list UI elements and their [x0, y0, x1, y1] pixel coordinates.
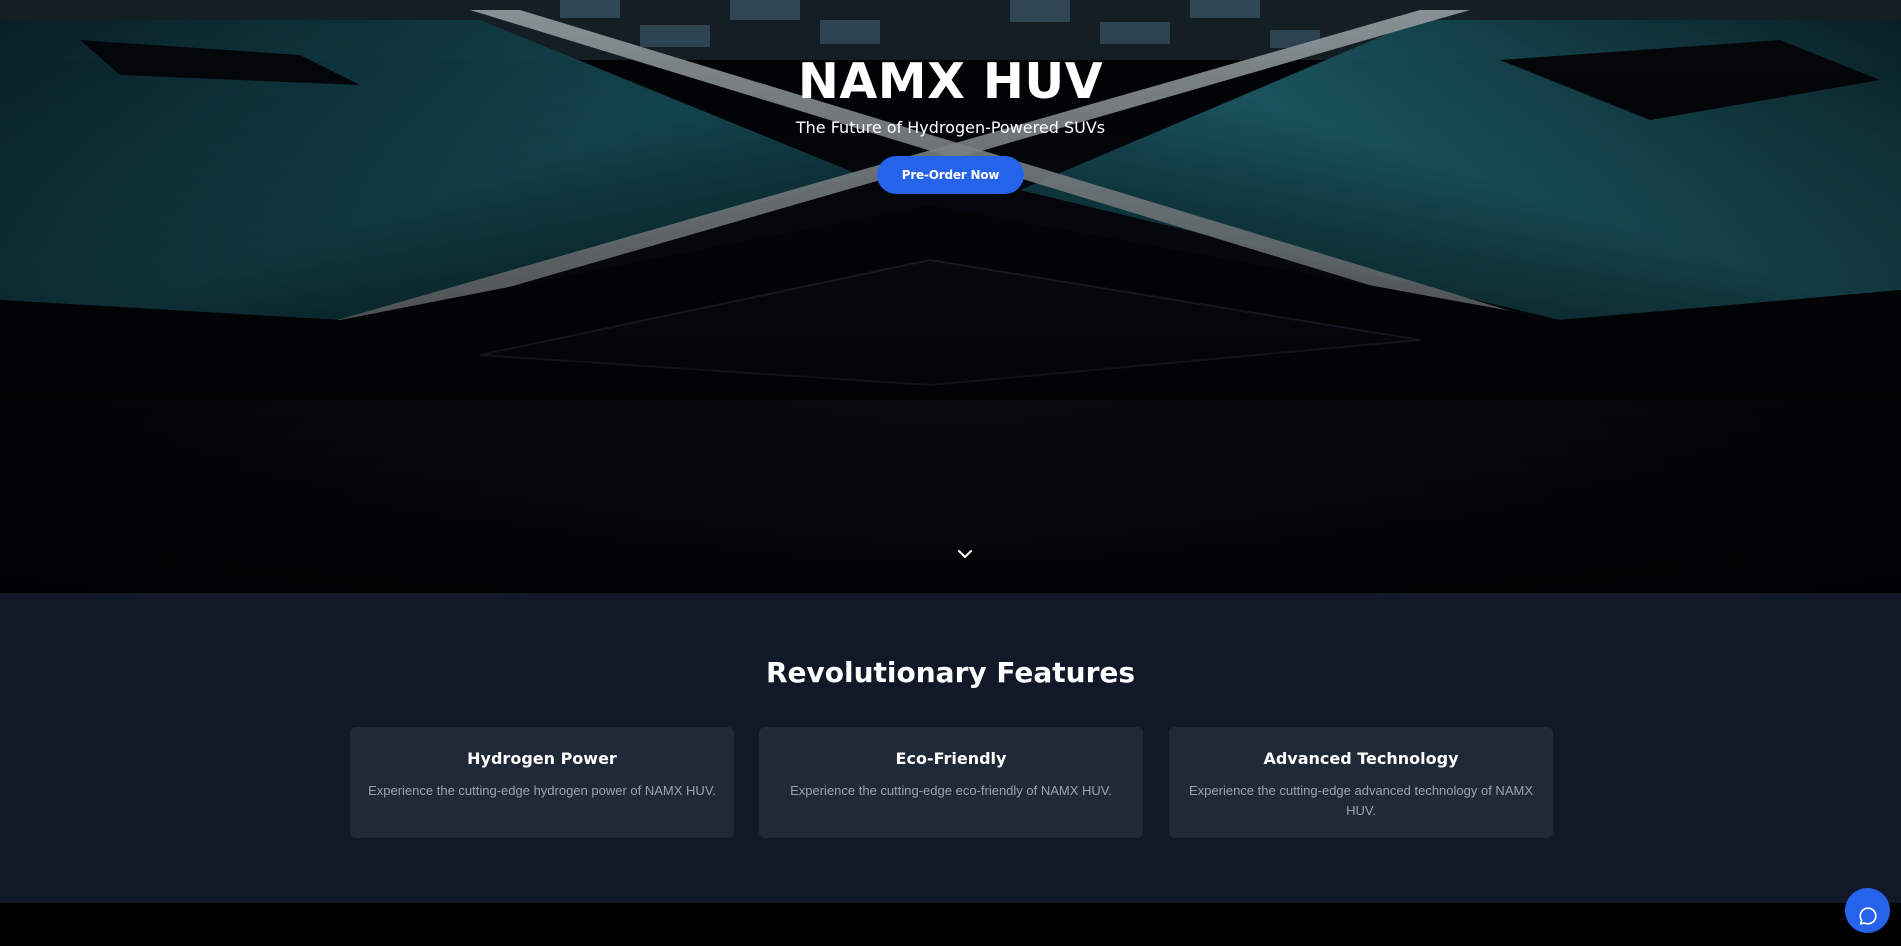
feature-card-title: Hydrogen Power: [467, 749, 617, 768]
chat-button[interactable]: [1845, 888, 1890, 933]
feature-card-advanced-technology: Advanced Technology Experience the cutti…: [1169, 727, 1553, 838]
feature-card-eco-friendly: Eco-Friendly Experience the cutting-edge…: [759, 727, 1143, 838]
hero-section: NAMX HUV The Future of Hydrogen-Powered …: [0, 0, 1901, 593]
feature-card-hydrogen-power: Hydrogen Power Experience the cutting-ed…: [350, 727, 734, 838]
pre-order-button[interactable]: Pre-Order Now: [876, 156, 1025, 194]
chevron-down-icon[interactable]: [955, 545, 975, 563]
hero-title: NAMX HUV: [797, 53, 1104, 110]
footer-band: [0, 903, 1901, 946]
features-heading: Revolutionary Features: [765, 656, 1136, 689]
hero-subtitle: The Future of Hydrogen-Powered SUVs: [795, 118, 1106, 137]
feature-card-title: Advanced Technology: [1263, 749, 1459, 768]
feature-card-description: Experience the cutting-edge advanced tec…: [1189, 783, 1533, 818]
chat-bubble-icon: [1858, 907, 1877, 925]
feature-card-description: Experience the cutting-edge hydrogen pow…: [368, 783, 716, 798]
features-section: Revolutionary Features Hydrogen Power Ex…: [0, 593, 1901, 903]
cta-wrap: Pre-Order Now: [0, 156, 1901, 194]
feature-card-description: Experience the cutting-edge eco-friendly…: [790, 783, 1112, 798]
feature-card-title: Eco-Friendly: [895, 749, 1007, 768]
